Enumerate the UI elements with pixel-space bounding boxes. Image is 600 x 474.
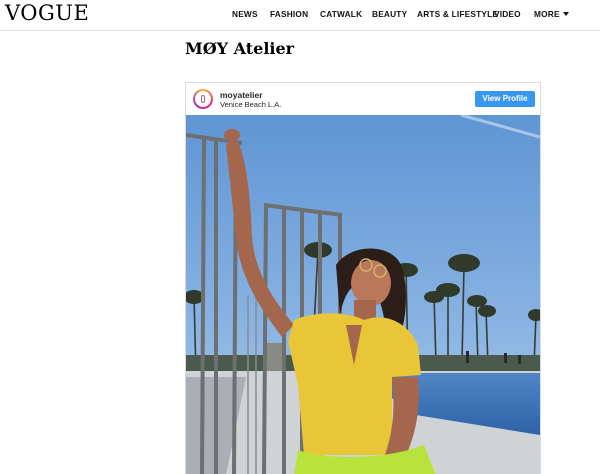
vogue-logo[interactable]: VOGUE <box>5 1 89 25</box>
top-navigation-bar: VOGUE NEWS FASHION CATWALK BEAUTY ARTS &… <box>0 0 600 31</box>
profile-avatar[interactable] <box>193 89 213 109</box>
profile-username[interactable]: moyatelier <box>220 90 263 100</box>
nav-item-arts-lifestyle[interactable]: ARTS & LIFESTYLE <box>417 9 498 19</box>
chevron-down-icon[interactable] <box>563 12 569 16</box>
nav-item-beauty[interactable]: BEAUTY <box>372 9 407 19</box>
embed-header: moyatelier Venice Beach L.A. View Profil… <box>186 83 540 115</box>
article-title: MØY Atelier <box>185 39 295 58</box>
nav-item-more[interactable]: MORE <box>534 9 560 19</box>
instagram-embed: moyatelier Venice Beach L.A. View Profil… <box>185 82 541 474</box>
post-photo[interactable] <box>186 115 540 474</box>
post-location[interactable]: Venice Beach L.A. <box>220 100 281 109</box>
instagram-avatar-icon <box>195 91 211 107</box>
view-profile-button[interactable]: View Profile <box>475 91 535 107</box>
nav-item-video[interactable]: VIDEO <box>494 9 521 19</box>
post-photo-illustration <box>186 115 540 474</box>
nav-item-news[interactable]: NEWS <box>232 9 258 19</box>
nav-item-fashion[interactable]: FASHION <box>270 9 308 19</box>
nav-item-catwalk[interactable]: CATWALK <box>320 9 362 19</box>
